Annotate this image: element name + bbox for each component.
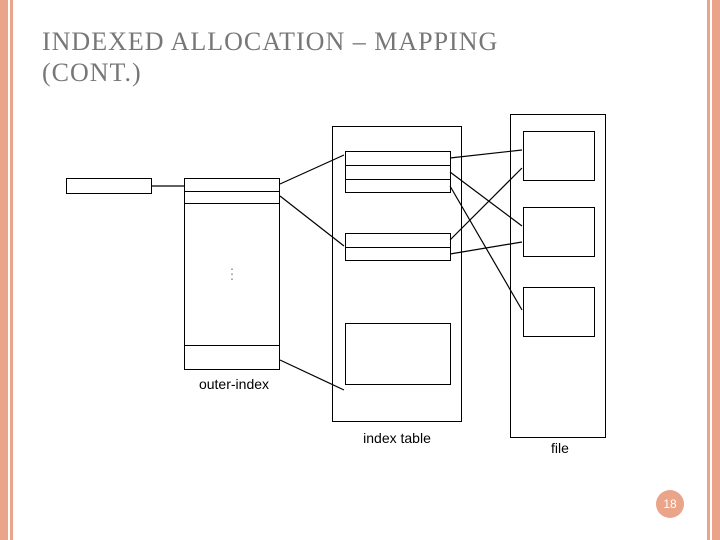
outer-index-middle: ⋮	[185, 203, 279, 345]
label-index-table: index table	[352, 430, 442, 446]
label-file: file	[540, 440, 580, 456]
file-block	[523, 207, 595, 257]
slide-border-right	[706, 0, 720, 540]
pointer-box	[66, 178, 152, 194]
index-cell	[345, 247, 451, 261]
index-group	[345, 323, 451, 385]
slide-title: INDEXED ALLOCATION – MAPPING (CONT.)	[42, 26, 498, 88]
index-group	[345, 233, 451, 261]
slide-number: 18	[663, 497, 676, 511]
file-box	[510, 114, 606, 438]
file-block	[523, 131, 595, 181]
outer-index-slot	[185, 191, 279, 203]
outer-index-slot	[185, 179, 279, 191]
slide-number-badge: 18	[656, 490, 684, 518]
slide-border-left	[0, 0, 14, 540]
label-outer-index: outer-index	[194, 376, 274, 392]
index-cell	[345, 151, 451, 165]
outer-index-box: ⋮	[184, 178, 280, 370]
file-block	[523, 287, 595, 337]
title-line-2: (CONT.)	[42, 58, 142, 87]
vertical-dots: ⋮	[225, 266, 239, 283]
index-cell	[345, 233, 451, 247]
outer-index-last-slot	[185, 345, 279, 369]
index-cell	[345, 165, 451, 179]
title-line-1: INDEXED ALLOCATION – MAPPING	[42, 27, 498, 56]
index-cell	[345, 179, 451, 193]
index-group	[345, 151, 451, 193]
index-table-box	[332, 126, 462, 422]
